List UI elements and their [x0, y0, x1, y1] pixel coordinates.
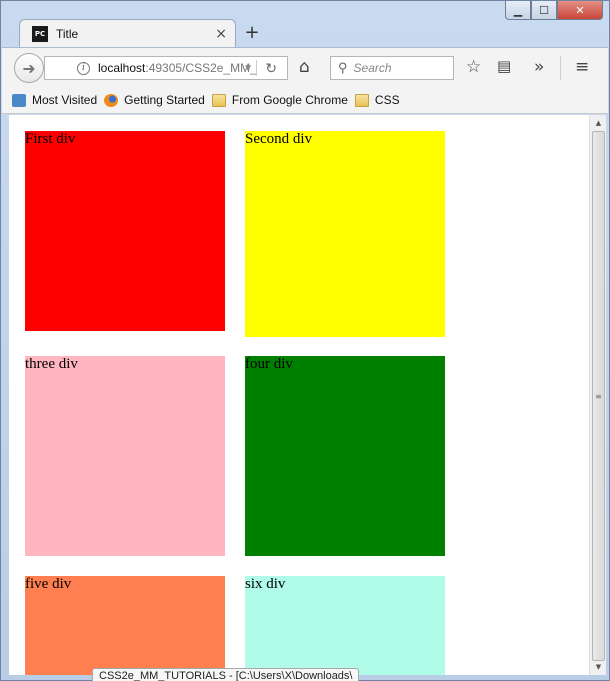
toolbar-divider: [560, 56, 561, 80]
search-icon: ⚲: [338, 60, 348, 75]
folder-icon: [354, 93, 369, 107]
first-div: First div: [25, 131, 225, 331]
most-visited-icon: [12, 93, 26, 107]
dropdown-arrow-icon[interactable]: ▼: [243, 63, 253, 74]
vertical-scrollbar[interactable]: ▲ ≡ ▼: [589, 115, 606, 675]
page-content: First div Second div three div four div …: [9, 115, 589, 675]
bookmarks-toolbar: Most Visited Getting Started From Google…: [2, 87, 608, 114]
tab-active[interactable]: PC Title ×: [19, 19, 236, 47]
minimize-button[interactable]: ▁: [505, 1, 531, 20]
info-icon[interactable]: i: [77, 61, 90, 75]
reading-list-icon[interactable]: ▤: [497, 57, 511, 75]
browser-window: ▁ ☐ ✕ PC Title × + ➜ i localhost :49305/…: [0, 0, 610, 681]
sixth-div: six div: [245, 576, 445, 675]
second-div: Second div: [245, 131, 445, 337]
bookmark-label: Getting Started: [124, 93, 205, 107]
url-path: :49305/CSS2e_MM_: [145, 61, 257, 75]
close-window-button[interactable]: ✕: [557, 1, 603, 20]
menu-icon[interactable]: ≡: [575, 57, 589, 77]
bookmark-label: From Google Chrome: [231, 93, 348, 107]
bookmark-label: CSS: [374, 93, 400, 107]
reload-icon[interactable]: ↻: [265, 60, 277, 77]
address-bar[interactable]: i localhost :49305/CSS2e_MM_ ▼ ↻: [44, 56, 288, 80]
bookmark-folder-chrome[interactable]: From Google Chrome: [211, 93, 348, 107]
fifth-div: five div: [25, 576, 225, 675]
search-placeholder: Search: [353, 61, 392, 75]
bookmark-folder-css[interactable]: CSS: [354, 93, 400, 107]
maximize-button[interactable]: ☐: [531, 1, 557, 20]
bookmark-star-icon[interactable]: ☆: [466, 57, 481, 77]
navigation-toolbar: ➜ i localhost :49305/CSS2e_MM_ ▼ ↻ ⌂ ⚲ S…: [2, 47, 608, 87]
back-arrow-icon: ➜: [22, 58, 36, 78]
third-div: three div: [25, 356, 225, 556]
tab-title: Title: [56, 26, 79, 41]
scroll-down-arrow-icon[interactable]: ▼: [590, 659, 607, 675]
url-host: localhost: [98, 61, 146, 75]
pycharm-favicon-icon: PC: [32, 25, 48, 42]
search-input[interactable]: ⚲ Search: [330, 56, 454, 80]
bookmark-label: Most Visited: [32, 93, 98, 107]
status-tooltip: CSS2e_MM_TUTORIALS - [C:\Users\X\Downloa…: [92, 668, 360, 681]
tab-close-icon[interactable]: ×: [215, 26, 227, 42]
window-controls: ▁ ☐ ✕: [505, 1, 603, 20]
bookmark-getting-started[interactable]: Getting Started: [104, 93, 205, 107]
overflow-chevron-icon[interactable]: »: [534, 57, 544, 77]
bookmark-most-visited[interactable]: Most Visited: [12, 93, 97, 107]
firefox-icon: [104, 93, 119, 107]
folder-icon: [211, 93, 226, 107]
scrollbar-thumb[interactable]: ≡: [592, 131, 605, 661]
new-tab-button[interactable]: +: [243, 22, 261, 43]
url-divider: [256, 60, 257, 76]
scroll-up-arrow-icon[interactable]: ▲: [590, 115, 607, 131]
home-icon[interactable]: ⌂: [299, 57, 310, 77]
fourth-div: four div: [245, 356, 445, 556]
back-button[interactable]: ➜: [14, 53, 44, 83]
